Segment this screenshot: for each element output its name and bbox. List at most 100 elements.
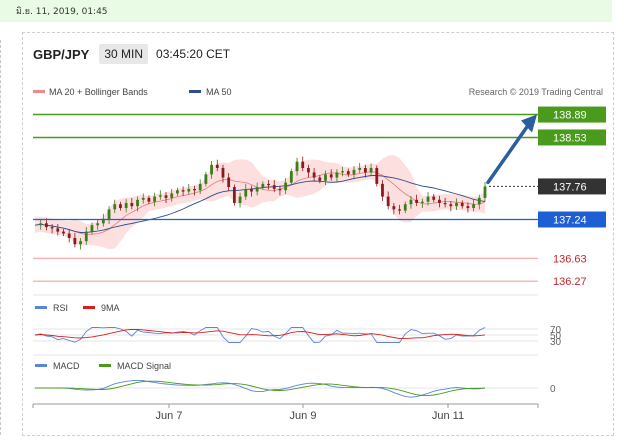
candle-bear <box>272 185 276 189</box>
candle-bear <box>398 209 401 211</box>
candle-bull <box>96 223 100 226</box>
candle-bull <box>426 196 430 202</box>
candle-bull <box>170 193 174 198</box>
candle-bear <box>432 196 436 200</box>
candle-bull <box>352 169 356 175</box>
candle-bull <box>284 182 288 191</box>
x-tick-label: Jun 9 <box>290 410 317 422</box>
candle-bear <box>62 231 65 234</box>
date-bar: มิ.ย. 11, 2019, 01:45 <box>0 0 612 22</box>
candle-bull <box>176 190 179 194</box>
forecast-arrow-shaft <box>486 120 532 185</box>
candle-bull <box>255 187 259 192</box>
candle-bull <box>198 183 202 191</box>
x-tick-label: Jun 11 <box>432 410 464 422</box>
resistance-label: 138.89 <box>553 110 587 122</box>
candle-bear <box>386 196 390 207</box>
candle-bear <box>267 183 270 186</box>
price-chart-svg: MA 20 + Bollinger Bands MA 50 Research ©… <box>32 87 606 422</box>
candle-bear <box>375 167 379 184</box>
bb-legend-label: MA 20 + Bollinger Bands <box>49 87 148 97</box>
candle-bull <box>136 199 139 207</box>
candle-bear <box>307 167 310 173</box>
macd-zero-label: 0 <box>550 384 556 395</box>
candle-bear <box>329 174 333 178</box>
macd-signal-legend-swatch <box>99 364 111 367</box>
candle-bull <box>483 186 487 198</box>
candle-bull <box>210 164 213 175</box>
candle-bull <box>324 174 327 181</box>
candle-bull <box>261 183 265 188</box>
chart-panel: GBP/JPY 30 MIN 03:45:20 CET MA 20 + Boll… <box>22 32 614 436</box>
candle-bear <box>44 223 48 228</box>
candle-bear <box>363 167 367 173</box>
candle-bull <box>84 231 88 242</box>
candle-bear <box>67 233 71 238</box>
macd-legend-label: MACD <box>53 361 80 371</box>
rsi-pane: 705030 <box>33 325 562 348</box>
candle-bull <box>204 174 208 184</box>
rsi9ma-legend-label: 9MA <box>101 303 120 313</box>
candle-bear <box>193 188 196 191</box>
candle-bull <box>153 196 157 202</box>
support-label: 137.24 <box>553 215 587 227</box>
candle-bull <box>341 171 344 173</box>
candle-bear <box>460 202 464 207</box>
candle-bear <box>56 228 60 232</box>
resistance-label: 138.53 <box>553 132 587 144</box>
page-edge <box>0 40 1 435</box>
macd-signal-legend-label: MACD Signal <box>117 361 171 371</box>
credit-text: Research © 2019 Trading Central <box>469 87 603 97</box>
x-axis: Jun 7 Jun 9 Jun 11 <box>32 404 539 422</box>
candle-bear <box>215 164 219 168</box>
x-tick-label: Jun 7 <box>156 410 183 422</box>
candle-bull <box>358 167 362 170</box>
candle-bull <box>289 171 293 183</box>
candle-bear <box>227 177 231 188</box>
candle-bear <box>466 206 470 209</box>
macd-pane: 0 <box>33 379 556 398</box>
candle-bull <box>403 204 407 211</box>
candle-bear <box>381 183 384 197</box>
candle-bull <box>90 225 94 232</box>
candle-bear <box>346 171 350 175</box>
candle-bull <box>295 161 299 172</box>
candle-bear <box>415 199 419 203</box>
candle-bear <box>278 188 282 191</box>
rsi-legend-label: RSI <box>53 303 68 313</box>
candle-bull <box>455 202 458 207</box>
candle-bear <box>443 202 447 205</box>
rsi-legend-swatch <box>35 306 47 309</box>
candle-bull <box>158 195 162 197</box>
support-label-minor: 136.27 <box>553 276 587 288</box>
candle-bear <box>318 177 322 181</box>
candle-bull <box>124 202 128 209</box>
ma50-legend-swatch <box>189 90 201 93</box>
candle-bear <box>250 188 253 192</box>
candle-bull <box>420 201 424 203</box>
candle-bear <box>50 227 54 229</box>
main-price-area <box>34 154 487 250</box>
candle-bear <box>438 199 441 203</box>
candle-bear <box>392 206 396 210</box>
candle-bull <box>107 209 111 219</box>
candle-bull <box>477 197 481 205</box>
candle-bull <box>187 188 191 192</box>
candle-bull <box>238 196 242 203</box>
rsi-level-label: 30 <box>550 337 562 348</box>
candle-bear <box>181 190 185 192</box>
bb-legend-swatch <box>33 90 45 93</box>
candle-bull <box>39 223 43 226</box>
price-levels: 138.89 138.53 137.76 137.24 136.63 136.27 <box>33 106 606 288</box>
candle-bear <box>232 187 236 203</box>
macd-legend-swatch <box>35 364 47 367</box>
candle-bear <box>312 172 316 178</box>
candle-bull <box>79 241 82 245</box>
support-label-minor: 136.63 <box>553 253 587 265</box>
candle-bull <box>409 199 413 205</box>
candle-bull <box>113 204 117 210</box>
ma50-legend-label: MA 50 <box>206 87 232 97</box>
candle-bull <box>141 197 145 200</box>
date-text: มิ.ย. 11, 2019, 01:45 <box>16 7 108 17</box>
candle-bear <box>449 204 453 207</box>
